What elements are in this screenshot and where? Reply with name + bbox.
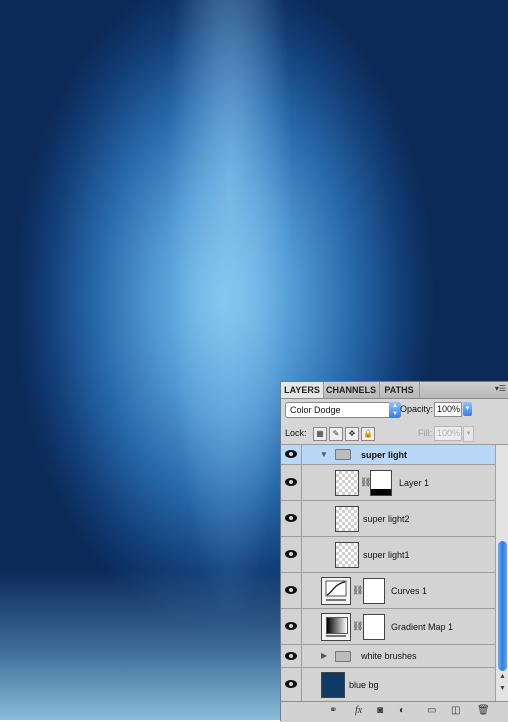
eye-icon[interactable] — [285, 680, 297, 688]
visibility-cell — [281, 465, 302, 500]
lock-label: Lock: — [285, 428, 307, 438]
link-chain-icon[interactable]: ⛓ — [352, 621, 363, 632]
blend-row: Color Dodge ▲ ▼ Opacity: 100% ▼ — [281, 400, 508, 420]
eye-icon[interactable] — [285, 622, 297, 630]
fill-input[interactable]: 100% — [434, 426, 462, 441]
visibility-cell — [281, 445, 302, 464]
visibility-cell — [281, 668, 302, 701]
eye-icon[interactable] — [285, 586, 297, 594]
fill-dropdown-icon[interactable]: ▼ — [463, 426, 474, 442]
lock-all-icon[interactable]: 🔒 — [361, 427, 375, 441]
new-layer-icon[interactable]: ◫ — [451, 705, 460, 716]
blend-mode-select[interactable]: Color Dodge ▲ ▼ — [285, 402, 401, 418]
layer-row-white-brushes[interactable]: ▶ white brushes — [281, 645, 495, 668]
visibility-cell — [281, 645, 302, 667]
fill-label: Fill: — [418, 428, 432, 438]
link-chain-icon[interactable]: ⛓ — [352, 585, 363, 596]
layer-row-curves-1[interactable]: ⛓ Curves 1 — [281, 573, 495, 609]
visibility-cell — [281, 609, 302, 644]
eye-icon[interactable] — [285, 478, 297, 486]
scroll-down-icon[interactable]: ▼ — [499, 685, 506, 692]
layer-row-layer-1[interactable]: ⛓ Layer 1 — [281, 465, 495, 501]
tab-layers[interactable]: LAYERS — [281, 382, 324, 398]
opacity-input[interactable]: 100% — [434, 402, 462, 417]
layers-bottom-toolbar: ⚭ fx ◙ ◐ ▭ ◫ 🗑 — [281, 701, 508, 722]
layer-row-super-light2[interactable]: super light2 — [281, 501, 495, 537]
layer-mask-thumbnail[interactable] — [363, 578, 385, 604]
layer-thumbnail — [335, 542, 359, 568]
lock-position-icon[interactable]: ✥ — [345, 427, 359, 441]
layer-name: super light — [361, 450, 408, 460]
scroll-up-icon[interactable]: ▲ — [499, 673, 506, 680]
layer-name: Curves 1 — [391, 586, 428, 596]
new-group-icon[interactable]: ▭ — [427, 705, 436, 716]
delete-layer-icon[interactable]: 🗑 — [477, 705, 490, 716]
panel-tabs: LAYERS CHANNELS PATHS ▾☰ — [281, 382, 508, 399]
layers-panel: LAYERS CHANNELS PATHS ▾☰ Color Dodge ▲ ▼ … — [280, 381, 508, 722]
eye-icon[interactable] — [285, 652, 297, 660]
layer-thumbnail — [335, 506, 359, 532]
curves-graph-icon — [325, 580, 347, 601]
tab-channels[interactable]: CHANNELS — [323, 382, 380, 398]
gradient-map-adjustment-icon — [321, 613, 351, 641]
eye-icon[interactable] — [285, 514, 297, 522]
lock-image-icon[interactable]: ✎ — [329, 427, 343, 441]
layer-thumbnail — [321, 672, 345, 698]
layer-name: Gradient Map 1 — [391, 622, 454, 632]
layer-row-super-light[interactable]: ▼ super light — [281, 445, 495, 465]
disclosure-closed-icon[interactable]: ▶ — [321, 651, 327, 660]
folder-icon — [335, 449, 351, 460]
tab-paths[interactable]: PATHS — [379, 382, 420, 398]
layer-row-blue-bg[interactable]: blue bg — [281, 668, 495, 701]
mask-black-area — [371, 489, 391, 495]
layer-name: blue bg — [349, 680, 379, 690]
layer-name: Layer 1 — [399, 478, 430, 488]
layer-name: super light2 — [363, 514, 410, 524]
eye-icon[interactable] — [285, 450, 297, 458]
opacity-dropdown-icon[interactable]: ▼ — [463, 402, 472, 416]
curves-adjustment-icon — [321, 577, 351, 605]
layer-row-gradient-map-1[interactable]: ⛓ Gradient Map 1 — [281, 609, 495, 645]
lock-row: Lock: ▦ ✎ ✥ 🔒 Fill: 100% ▼ — [281, 424, 508, 445]
visibility-cell — [281, 501, 302, 536]
opacity-label: Opacity: — [400, 404, 434, 414]
adjustment-layer-icon[interactable]: ◐ — [399, 705, 405, 716]
panel-menu-icon[interactable]: ▾☰ — [495, 384, 506, 393]
visibility-cell — [281, 573, 302, 608]
lock-transparent-icon[interactable]: ▦ — [313, 427, 327, 441]
layer-name: super light1 — [363, 550, 410, 560]
layer-thumbnail — [335, 470, 359, 496]
gradient-slider-bar — [326, 635, 346, 637]
blend-mode-value: Color Dodge — [290, 405, 341, 415]
layer-mask-thumbnail[interactable] — [363, 614, 385, 640]
layer-mask-thumbnail[interactable] — [370, 470, 392, 496]
layer-row-super-light1[interactable]: super light1 — [281, 537, 495, 573]
link-layers-icon[interactable]: ⚭ — [329, 705, 337, 716]
disclosure-open-icon[interactable]: ▼ — [320, 450, 328, 459]
layer-name: white brushes — [361, 651, 417, 661]
gradient-swatch — [326, 617, 348, 634]
layers-list: ▼ super light ⛓ Layer 1 super light2 sup… — [281, 445, 495, 701]
layer-style-fx-icon[interactable]: fx — [355, 705, 362, 716]
folder-icon — [335, 651, 351, 662]
layers-scrollbar[interactable]: ▲ ▼ — [495, 445, 508, 701]
scrollbar-thumb[interactable] — [498, 541, 507, 671]
add-mask-icon[interactable]: ◙ — [377, 705, 383, 716]
visibility-cell — [281, 537, 302, 572]
eye-icon[interactable] — [285, 550, 297, 558]
